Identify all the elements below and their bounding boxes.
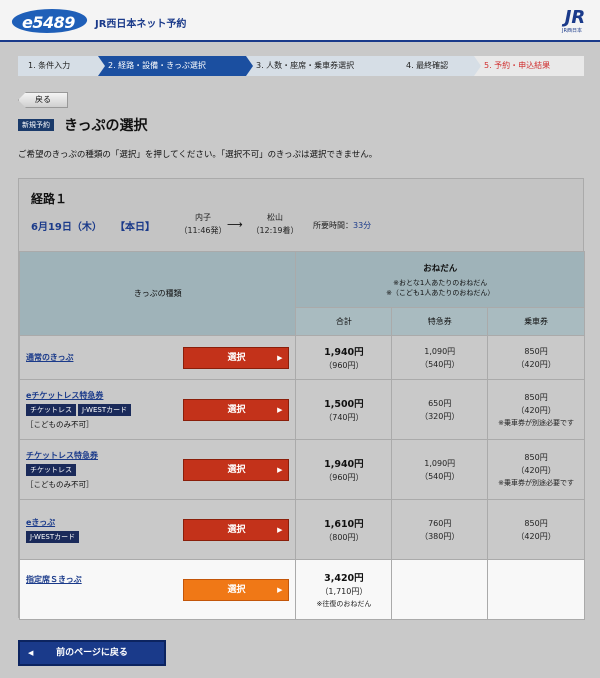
- arrow-right-icon: ▶: [277, 585, 283, 594]
- table-row: eきっぷ J-WESTカード 選択 ▶ 1,610円 （800円） 760円 （380…: [18, 499, 585, 560]
- step-2: 2. 経路・設備・きっぷ選択: [98, 56, 253, 76]
- step-4: 4. 最終確認: [396, 56, 481, 76]
- progress-steps: 1. 条件入力 2. 経路・設備・きっぷ選択 3. 人数・座席・乗車券選択 4.…: [18, 56, 584, 76]
- departure-station: 内子 （11:46発）: [179, 212, 227, 236]
- arrow-right-icon: ▶: [277, 525, 283, 534]
- select-button[interactable]: 選択 ▶: [183, 398, 290, 421]
- departure-name: 内子: [195, 213, 211, 222]
- step-1: 1. 条件入力: [18, 56, 105, 76]
- select-button[interactable]: 選択 ▶: [183, 578, 290, 601]
- price-note-adult: ※おとな1人あたりのおねだん: [393, 278, 488, 287]
- logo-text[interactable]: e5489: [22, 13, 75, 32]
- arrow-right-icon: ▶: [277, 353, 283, 362]
- table-row: 通常のきっぷ 選択 ▶ 1,940円 （960円） 1,090円 （540円） 850…: [18, 335, 585, 380]
- arrow-left-icon: ◀: [28, 649, 34, 657]
- col-price: おねだん: [423, 263, 458, 274]
- col-total: 合計: [295, 307, 393, 336]
- jwest-card-tag: J-WESTカード: [26, 530, 80, 543]
- ticket-table: きっぷの種類 おねだん ※おとな1人あたりのおねだん ※（こども1人あたりのおね…: [18, 251, 585, 620]
- page-title: きっぷの選択: [64, 118, 148, 134]
- table-row: チケットレス特急券 チケットレス ［こどものみ不可］ 選択 ▶ 1,940円 （96…: [18, 439, 585, 500]
- col-fare: 乗車券: [487, 307, 585, 336]
- prev-page-button[interactable]: ◀ 前のページに戻る: [18, 640, 166, 666]
- arrival-time: （12:19着）: [251, 226, 299, 235]
- arrow-right-icon: ▶: [277, 465, 283, 474]
- col-price-header: おねだん ※おとな1人あたりのおねだん ※（こども1人あたりのおねだん）: [295, 251, 585, 308]
- col-express: 特急券: [391, 307, 489, 336]
- step-5: 5. 予約・申込結果: [474, 56, 584, 76]
- table-row: eチケットレス特急券 チケットレス J-WESTカード ［こどものみ不可］ 選択 ▶…: [18, 379, 585, 440]
- route-arrow-icon: ⟶: [227, 218, 243, 231]
- table-row-highlighted: 指定席Ｓきっぷ 選択 ▶ 3,420円 （1,710円） ※往復のおねだん: [18, 559, 585, 620]
- duration: 所要時間：33分: [313, 220, 371, 231]
- route-title: 経路１: [31, 192, 68, 206]
- ticket-name-link[interactable]: 指定席Ｓきっぷ: [26, 574, 82, 585]
- select-button[interactable]: 選択 ▶: [183, 518, 290, 541]
- back-button[interactable]: 戻る: [18, 92, 68, 108]
- route-summary: 経路１ 6月19日（木） 【本日】 内子 （11:46発） ⟶ 松山 （12:1…: [19, 179, 583, 251]
- ticketless-tag: チケットレス: [26, 463, 76, 476]
- jwest-card-tag: J-WESTカード: [78, 403, 132, 416]
- new-reservation-badge: 新規予約: [18, 119, 54, 131]
- ticketless-tag: チケットレス: [26, 403, 76, 416]
- route-day-type: 【本日】: [115, 222, 155, 233]
- arrival-station: 松山 （12:19着）: [251, 212, 299, 236]
- jr-logo-sub: JR西日本: [562, 28, 582, 34]
- arrow-right-icon: ▶: [277, 405, 283, 414]
- duration-label: 所要時間：: [313, 221, 353, 230]
- select-button[interactable]: 選択 ▶: [183, 458, 290, 481]
- price-note-child: ※（こども1人あたりのおねだん）: [386, 288, 495, 297]
- route-date: 6月19日（木）: [31, 222, 102, 233]
- route-panel: 経路１ 6月19日（木） 【本日】 内子 （11:46発） ⟶ 松山 （12:1…: [18, 178, 585, 620]
- site-header: e5489 JR西日本ネット予約 JR JR西日本: [0, 0, 600, 42]
- col-ticket-type: きっぷの種類: [18, 251, 297, 336]
- instruction-text: ご希望のきっぷの種類の「選択」を押してください。「選択不可」のきっぷは選択できま…: [18, 150, 378, 160]
- select-button[interactable]: 選択 ▶: [183, 346, 290, 369]
- site-name: JR西日本ネット予約: [95, 19, 187, 30]
- duration-value: 33分: [353, 221, 372, 230]
- departure-time: （11:46発）: [179, 226, 227, 235]
- step-3: 3. 人数・座席・乗車券選択: [246, 56, 403, 76]
- arrival-name: 松山: [267, 213, 283, 222]
